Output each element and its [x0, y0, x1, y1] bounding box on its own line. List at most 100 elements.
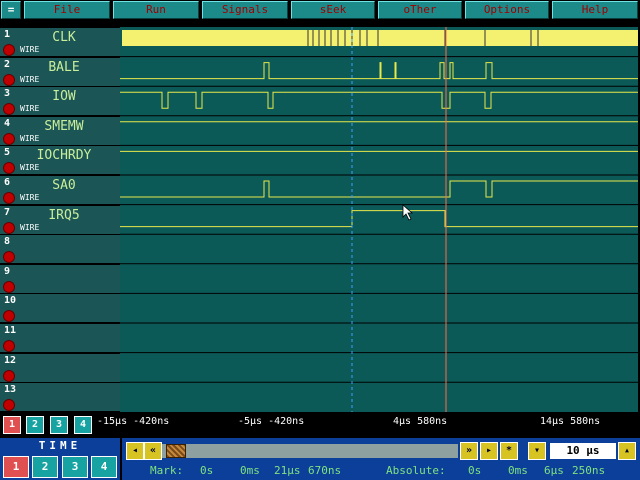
channel-type: WIRE — [20, 104, 40, 114]
channel-number: 9 — [4, 265, 11, 277]
menu-run-label: Run — [146, 3, 166, 16]
channel-status-icon[interactable] — [3, 103, 15, 116]
channel-label-column: 1 CLK WIRE 2 BALE WIRE 3 IOW WIRE 4 SMEMW WIRE 5 IOCH… — [0, 27, 120, 412]
channel-row[interactable]: 10 — [0, 293, 120, 323]
channel-row[interactable]: 5 IOCHRDY WIRE — [0, 145, 120, 175]
channel-type: WIRE — [20, 222, 40, 232]
channel-status-icon[interactable] — [3, 251, 15, 264]
channel-row[interactable]: 8 — [0, 234, 120, 264]
signal-trace — [120, 91, 638, 109]
channel-type: WIRE — [20, 193, 40, 202]
channel-number: 6 — [4, 177, 11, 188]
menu-seek[interactable]: sEek — [291, 1, 375, 19]
channel-status-icon[interactable] — [3, 280, 15, 293]
channel-row[interactable]: 4 SMEMW WIRE — [0, 115, 120, 145]
page-button-3[interactable]: 3 — [50, 416, 68, 434]
star-button[interactable]: * — [500, 442, 518, 460]
channel-status-icon[interactable] — [3, 340, 15, 352]
channel-status-icon[interactable] — [3, 132, 15, 145]
channel-status-icon[interactable] — [3, 310, 15, 323]
menu-file[interactable]: File — [24, 1, 110, 19]
mark-milliseconds: 0ms — [240, 464, 260, 477]
fast-back-button[interactable]: « — [144, 442, 162, 460]
menu-file-label: File — [53, 3, 81, 16]
channel-status-icon[interactable] — [3, 44, 15, 56]
scroll-right-button[interactable]: ▸ — [480, 442, 498, 460]
channel-status-icon[interactable] — [3, 192, 15, 204]
channel-row[interactable]: 3 IOW WIRE — [0, 86, 120, 116]
channel-row[interactable]: 6 SA0 WIRE — [0, 175, 120, 204]
absolute-microseconds: 6µs — [544, 464, 564, 477]
axis-tick-label: 14µs 580ns — [540, 416, 601, 427]
channel-number: 1 — [4, 29, 11, 40]
channel-status-icon[interactable] — [3, 73, 15, 86]
time-button-2[interactable]: 2 — [32, 456, 58, 478]
channel-number: 8 — [4, 236, 11, 248]
channel-number: 3 — [4, 88, 11, 100]
menu-signals[interactable]: Signals — [202, 1, 288, 19]
channel-row[interactable]: 1 CLK WIRE — [0, 27, 120, 56]
channel-number: 2 — [4, 58, 11, 70]
channel-status-icon[interactable] — [3, 221, 15, 234]
menu-help[interactable]: Help — [552, 1, 638, 19]
clk-trace — [122, 30, 638, 46]
channel-name: SA0 — [52, 178, 76, 193]
menu-other[interactable]: oTher — [378, 1, 462, 19]
mark-microseconds: 21µs — [274, 464, 301, 477]
waveform-canvas[interactable] — [120, 27, 638, 412]
time-button-1[interactable]: 1 — [3, 456, 29, 478]
scroll-thumb[interactable] — [166, 444, 186, 458]
page-button-1[interactable]: 1 — [3, 416, 21, 434]
absolute-seconds: 0s — [468, 464, 482, 477]
system-menu-button[interactable]: = — [1, 1, 21, 19]
time-scrollbar[interactable] — [162, 444, 458, 458]
menu-help-label: Help — [581, 3, 609, 16]
menu-other-label: oTher — [403, 3, 437, 16]
zoom-up-button[interactable]: ▴ — [618, 442, 636, 460]
mouse-pointer-icon — [402, 204, 414, 221]
channel-name: BALE — [48, 59, 80, 75]
channel-row[interactable]: 2 BALE WIRE — [0, 56, 120, 86]
channel-status-icon[interactable] — [3, 399, 15, 412]
page-button-2[interactable]: 2 — [26, 416, 44, 434]
channel-row[interactable]: 13 — [0, 382, 120, 412]
channel-number: 5 — [4, 147, 11, 159]
waveform-display[interactable] — [120, 27, 638, 412]
channel-status-icon[interactable] — [3, 369, 15, 382]
menu-signals-label: Signals — [221, 3, 269, 16]
absolute-label: Absolute: — [386, 464, 446, 477]
channel-number: 13 — [4, 384, 17, 396]
menu-options-label: Options — [483, 3, 531, 16]
channel-row[interactable]: 9 — [0, 263, 120, 293]
signal-trace — [120, 62, 638, 80]
mark-seconds: 0s — [200, 464, 214, 477]
channel-row[interactable]: 11 — [0, 323, 120, 352]
channel-type: WIRE — [20, 74, 40, 84]
page-button-4[interactable]: 4 — [74, 416, 92, 434]
absolute-milliseconds: 0ms — [508, 464, 528, 477]
channel-number: 10 — [4, 295, 17, 307]
zoom-value[interactable]: 10 µs — [550, 443, 616, 459]
time-button-3[interactable]: 3 — [62, 456, 88, 478]
scroll-left-button[interactable]: ◂ — [126, 442, 144, 460]
menu-run[interactable]: Run — [113, 1, 199, 19]
signal-trace — [120, 180, 638, 198]
time-axis: 1 2 3 4 -15µs -420ns -5µs -420ns 4µs 580… — [0, 412, 640, 436]
bottom-panel: TIME 1 2 3 4 ◂ « » ▸ * ▾ 10 µs ▴ Mark: 0… — [0, 436, 640, 480]
axis-tick-label: -15µs -420ns — [97, 416, 170, 427]
fast-forward-button[interactable]: » — [460, 442, 478, 460]
zoom-down-button[interactable]: ▾ — [528, 442, 546, 460]
menu-options[interactable]: Options — [465, 1, 549, 19]
channel-row[interactable]: 12 — [0, 352, 120, 382]
menu-seek-label: sEek — [319, 3, 347, 16]
mark-nanoseconds: 670ns — [308, 464, 342, 477]
channel-name: CLK — [52, 30, 76, 45]
time-button-4[interactable]: 4 — [91, 456, 117, 478]
channel-type: WIRE — [20, 45, 40, 54]
axis-tick-label: -5µs -420ns — [238, 416, 305, 427]
channel-number: 12 — [4, 354, 17, 366]
channel-row[interactable]: 7 IRQ5 WIRE — [0, 204, 120, 234]
channel-status-icon[interactable] — [3, 162, 15, 175]
channel-number: 7 — [4, 206, 11, 218]
control-panel: ◂ « » ▸ * ▾ 10 µs ▴ Mark: 0s 0ms 21µs 67… — [122, 438, 640, 480]
